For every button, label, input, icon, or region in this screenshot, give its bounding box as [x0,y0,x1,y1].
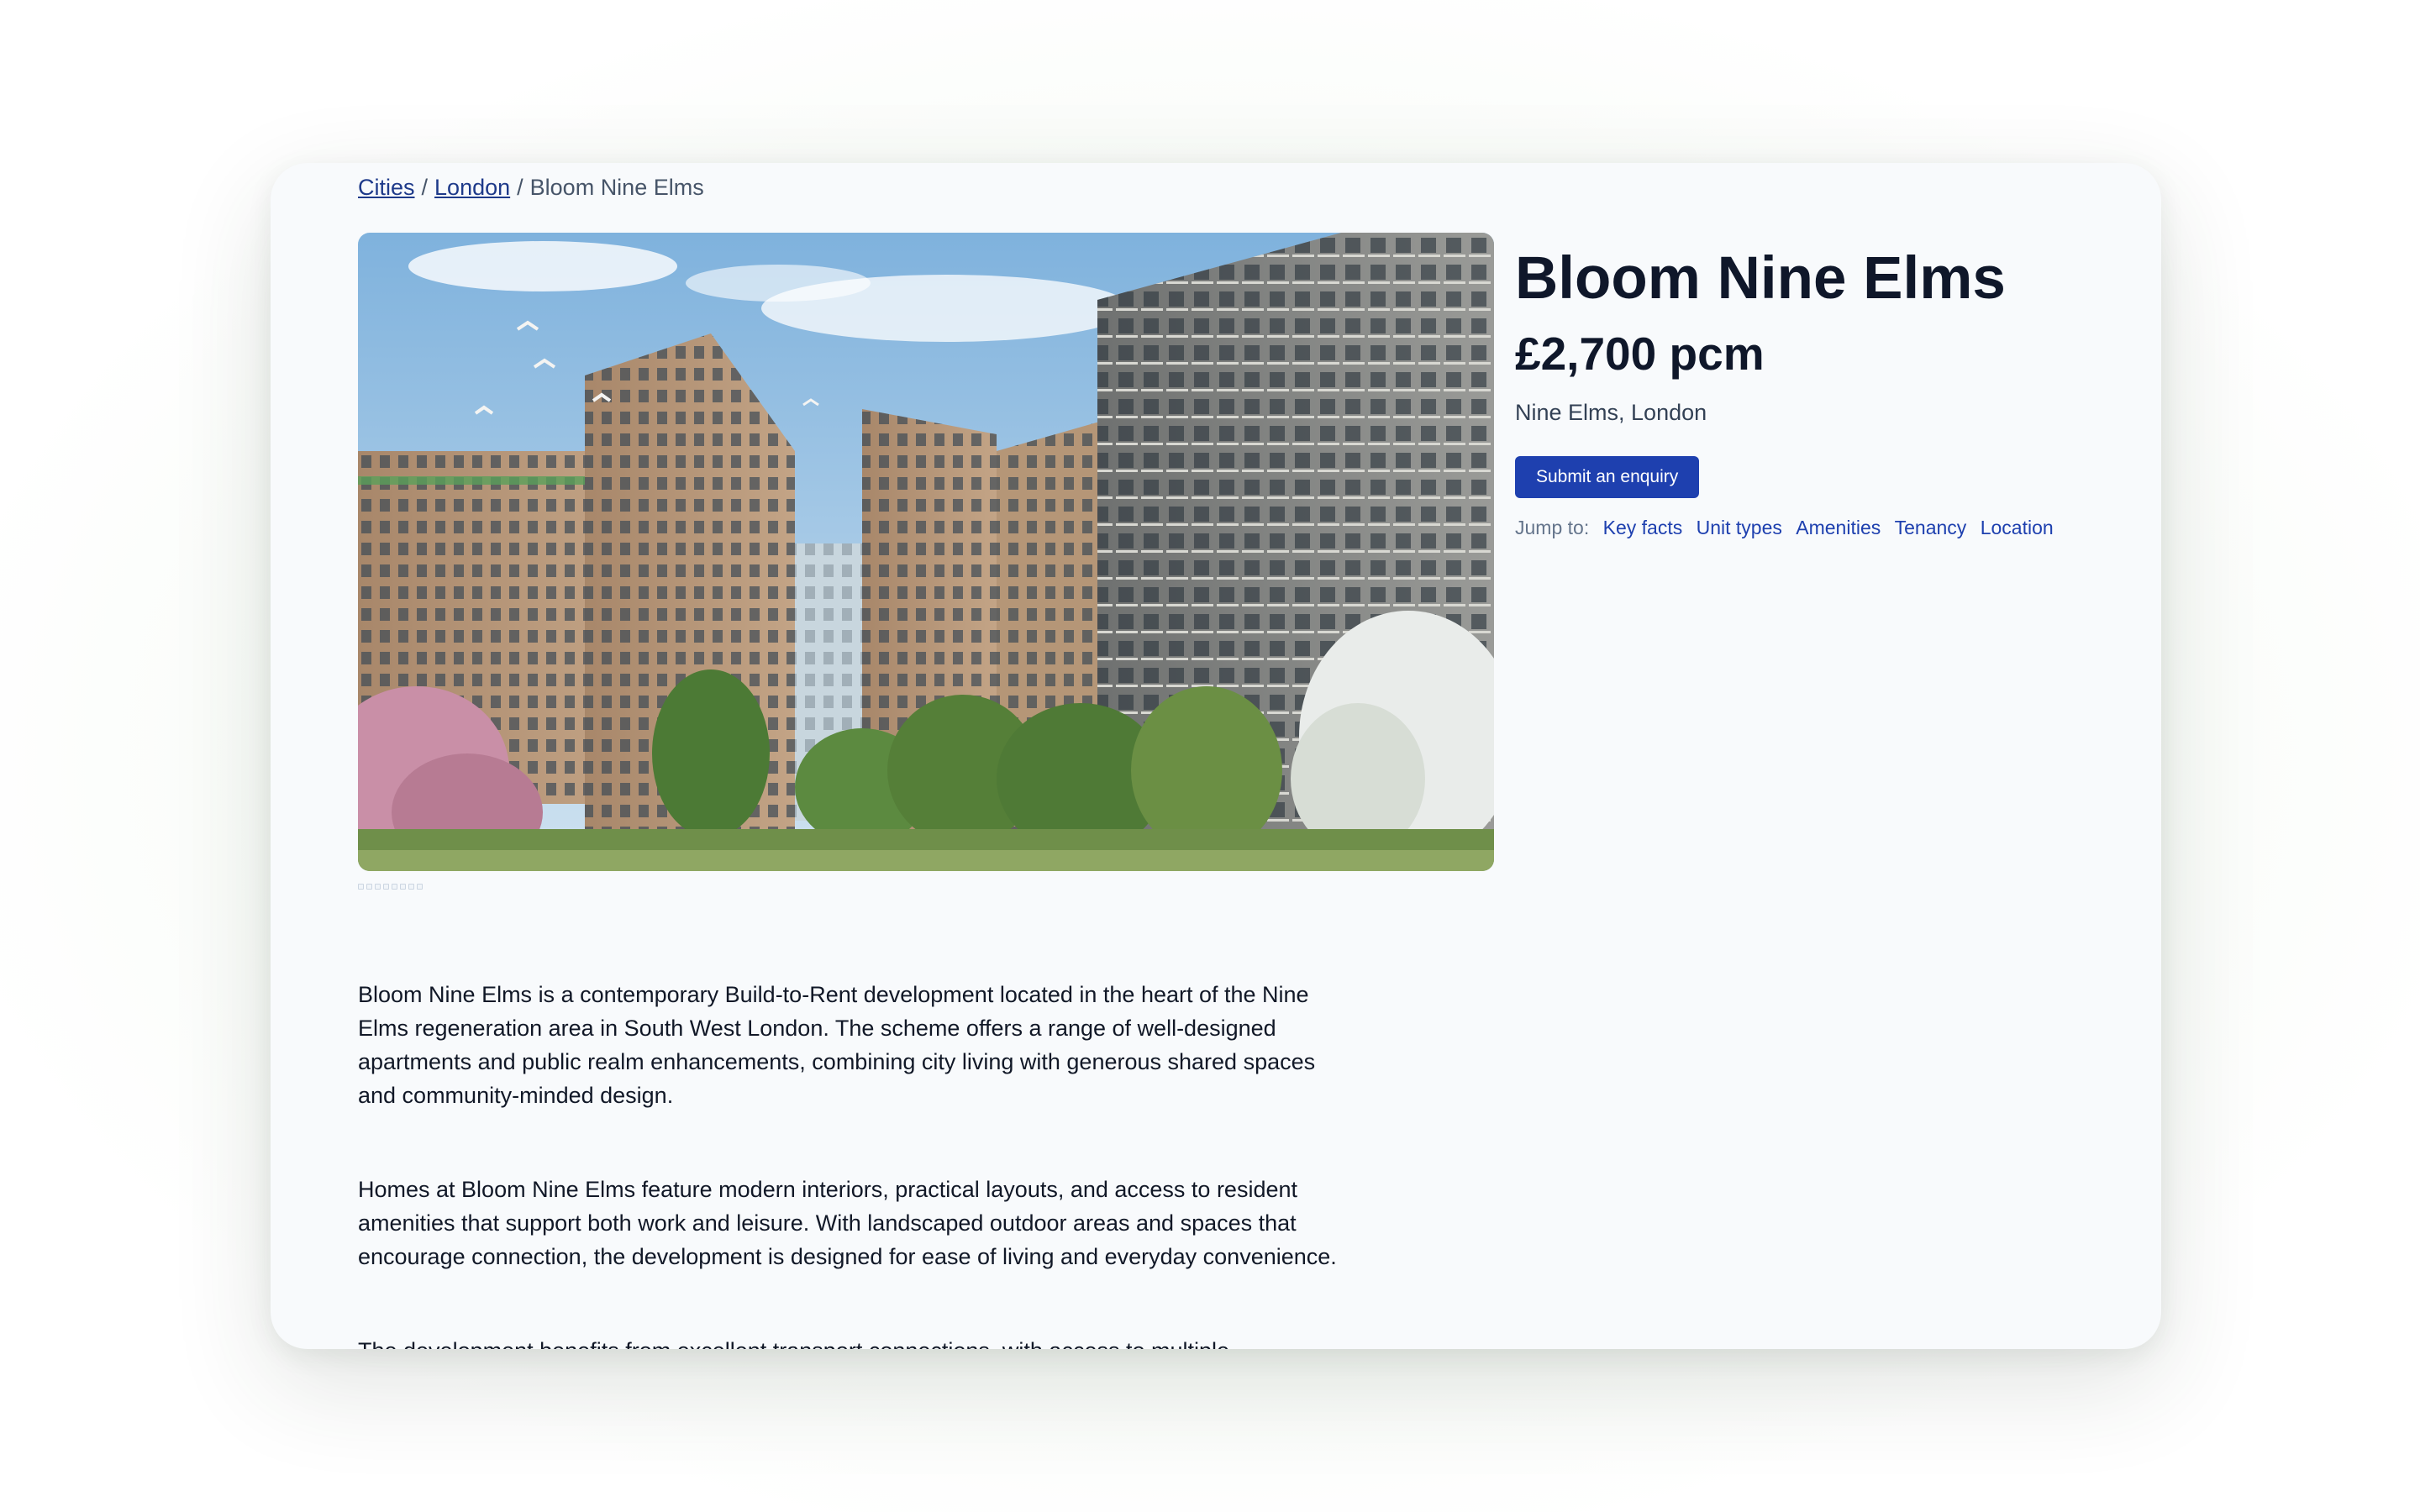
property-description: Bloom Nine Elms is a contemporary Build-… [358,978,1349,1349]
jump-link-unit-types[interactable]: Unit types [1697,517,1782,538]
submit-enquiry-button[interactable]: Submit an enquiry [1515,456,1700,498]
breadcrumb: Cities / London / Bloom Nine Elms [358,175,704,201]
jump-link-tenancy[interactable]: Tenancy [1895,517,1967,538]
building-illustration [358,233,1494,871]
property-card: Cities / London / Bloom Nine Elms Bloom … [271,163,2161,1349]
carousel-dot[interactable] [358,884,364,890]
image-carousel-dots[interactable] [358,884,423,890]
jump-link-amenities[interactable]: Amenities [1796,517,1881,538]
carousel-dot[interactable] [408,884,414,890]
description-paragraph: The development benefits from excellent … [358,1334,1349,1349]
carousel-dot[interactable] [375,884,381,890]
breadcrumb-link-london[interactable]: London [434,175,510,200]
breadcrumb-separator: / [517,175,523,200]
carousel-dot[interactable] [417,884,423,890]
description-paragraph: Bloom Nine Elms is a contemporary Build-… [358,982,1316,1108]
property-price: £2,700 pcm [1515,328,1765,380]
jump-link-location[interactable]: Location [1981,517,2054,538]
carousel-dot[interactable] [392,884,397,890]
breadcrumb-link-cities[interactable]: Cities [358,175,415,200]
page-background: Cities / London / Bloom Nine Elms Bloom … [0,0,2420,1512]
description-paragraph: Homes at Bloom Nine Elms feature modern … [358,1177,1337,1269]
jump-link-key-facts[interactable]: Key facts [1603,517,1683,538]
property-summary: Bloom Nine Elms £2,700 pcm Nine Elms, Lo… [1515,244,2120,539]
property-hero-image[interactable] [358,233,1494,871]
jump-to-label: Jump to: [1515,517,1590,538]
breadcrumb-separator: / [421,175,429,200]
carousel-dot[interactable] [366,884,372,890]
carousel-dot[interactable] [383,884,389,890]
page-title: Bloom Nine Elms [1515,245,2006,312]
breadcrumb-current: Bloom Nine Elms [529,175,704,200]
property-location: Nine Elms, London [1515,400,1707,425]
carousel-dot[interactable] [400,884,406,890]
jump-to-nav: Jump to: Key facts Unit types Amenities … [1515,517,2120,539]
